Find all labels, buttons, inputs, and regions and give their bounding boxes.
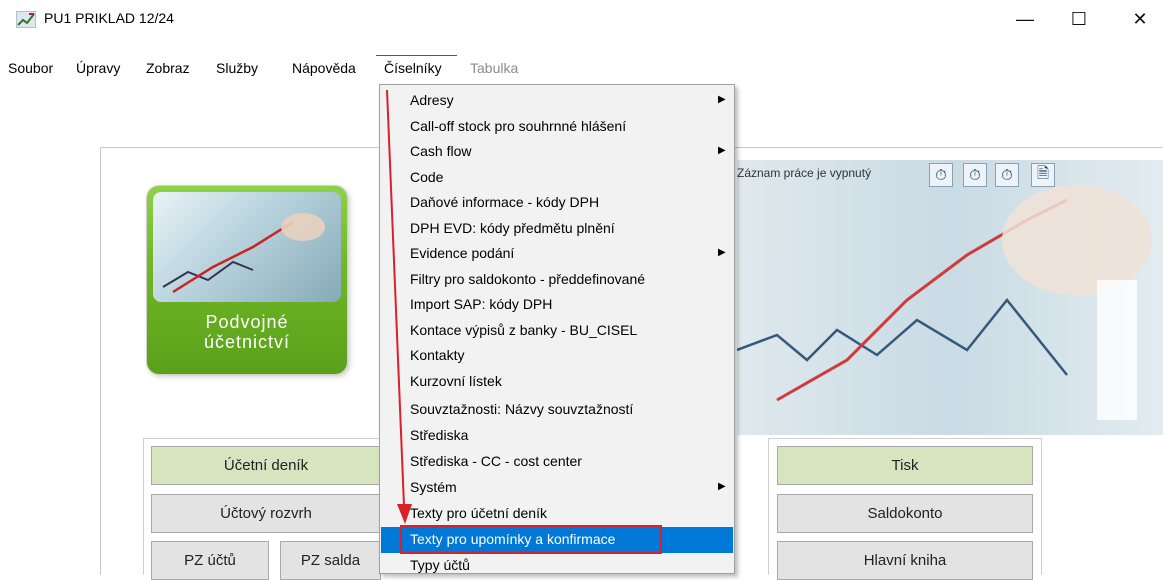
annotation-arrow [386,89,412,524]
